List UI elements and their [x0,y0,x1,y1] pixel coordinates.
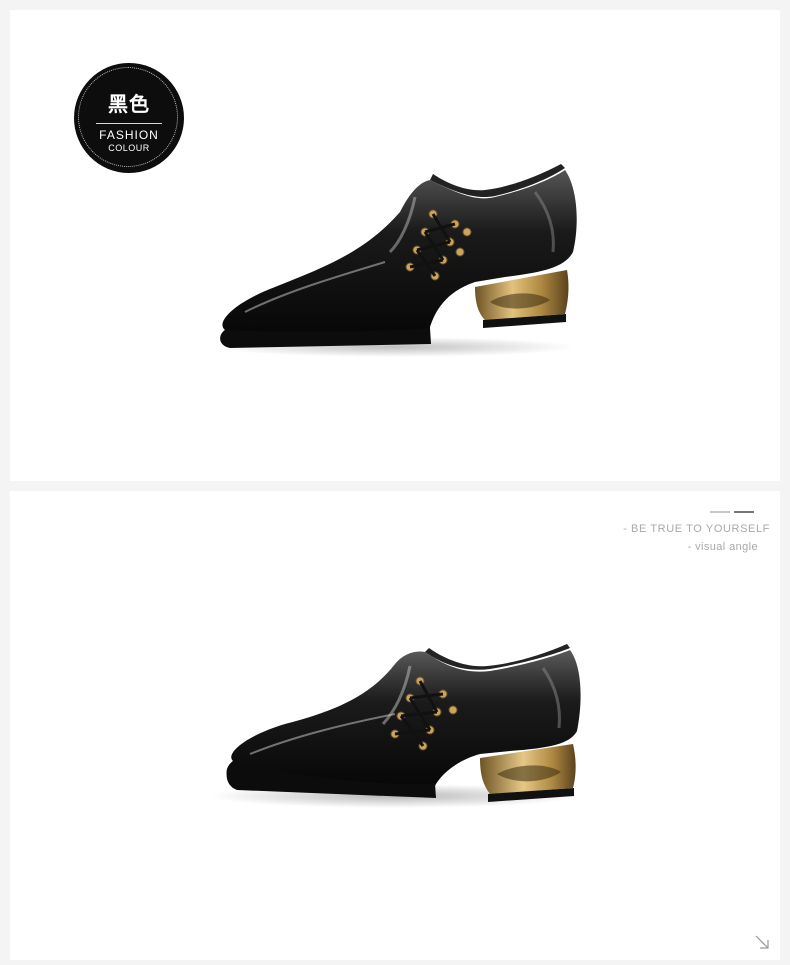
badge-colour-label: COLOUR [108,143,150,153]
shoe-image-side-view [215,164,577,357]
colour-badge: 黑色 FASHION COLOUR [74,63,184,173]
badge-fashion-label: FASHION [99,128,159,142]
product-image-panel-top: 黑色 FASHION COLOUR [10,10,780,481]
shoe-image-angled-view [210,644,581,808]
decorative-lines [710,511,754,514]
section-subtitle: - visual angle [687,541,758,553]
arrow-down-right-icon [755,935,769,949]
section-tagline: - BE TRUE TO YOURSELF [623,523,770,535]
product-image-panel-bottom: - BE TRUE TO YOURSELF - visual angle [10,491,780,960]
badge-divider [96,123,162,124]
badge-chinese-label: 黑色 [108,92,150,116]
